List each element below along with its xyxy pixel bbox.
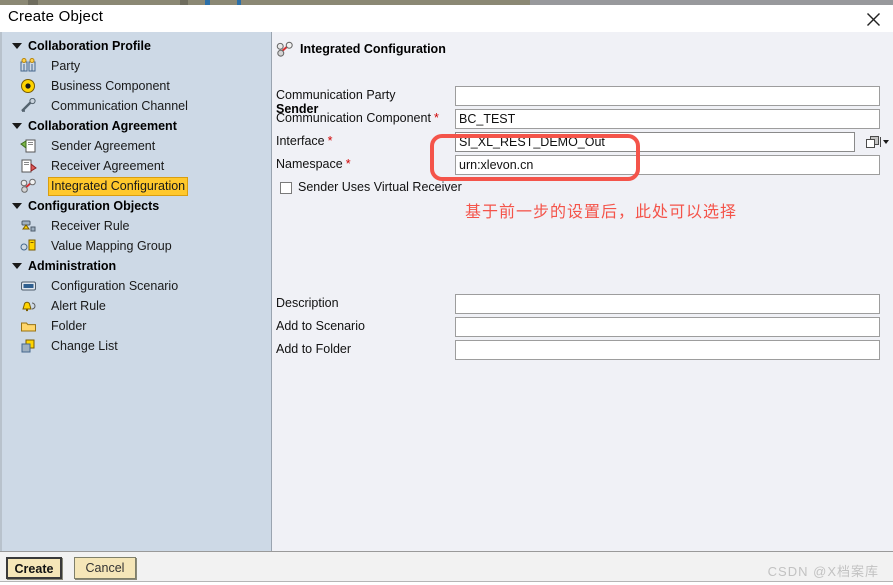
title-bar: Create Object xyxy=(0,5,893,32)
add-to-scenario-input[interactable] xyxy=(455,317,880,337)
sidebar-item-receiver-rule[interactable]: Receiver Rule xyxy=(0,216,271,236)
business-component-icon xyxy=(20,78,37,94)
receiver-rule-icon xyxy=(20,218,37,234)
sidebar-item-folder[interactable]: Folder xyxy=(0,316,271,336)
tree-group-configuration-objects[interactable]: Configuration Objects xyxy=(0,196,271,216)
sidebar-item-label: Value Mapping Group xyxy=(51,239,172,253)
label-add-to-scenario: Add to Scenario xyxy=(276,319,365,333)
sidebar-item-label: Folder xyxy=(51,319,87,333)
sidebar-item-sender-agreement[interactable]: Sender Agreement xyxy=(0,136,271,156)
add-to-folder-input[interactable] xyxy=(455,340,880,360)
required-marker: * xyxy=(433,111,439,125)
label-communication-component: Communication Component * xyxy=(276,111,439,125)
communication-party-input[interactable] xyxy=(455,86,880,106)
required-marker: * xyxy=(345,157,351,171)
chevron-down-icon xyxy=(12,43,22,49)
sidebar-item-label: Communication Channel xyxy=(51,99,188,113)
namespace-input[interactable] xyxy=(455,155,880,175)
sender-agreement-icon xyxy=(20,138,37,154)
label-namespace: Namespace * xyxy=(276,157,351,171)
sidebar-item-label: Sender Agreement xyxy=(51,139,156,153)
integrated-configuration-icon xyxy=(20,178,37,194)
tree-group-label: Collaboration Profile xyxy=(28,39,151,53)
create-object-dialog: Create Object Collaboration Profile Part… xyxy=(0,0,893,585)
integrated-configuration-form: Integrated Configuration Sender Communic… xyxy=(272,32,893,551)
label-description: Description xyxy=(276,296,339,310)
communication-channel-icon xyxy=(20,97,37,114)
dialog-body: Collaboration Profile Party Business Com… xyxy=(0,32,893,551)
tree-group-label: Configuration Objects xyxy=(28,199,160,213)
dialog-footer: Create Cancel CSDN @X档案库 xyxy=(0,551,893,585)
configuration-scenario-icon xyxy=(20,278,37,294)
row-communication-party: Communication Party xyxy=(272,86,893,108)
chevron-down-icon xyxy=(12,263,22,269)
cancel-button[interactable]: Cancel xyxy=(74,557,136,579)
row-description: Description xyxy=(272,294,893,316)
sidebar-item-alert-rule[interactable]: Alert Rule xyxy=(0,296,271,316)
tree-root: Collaboration Profile Party Business Com… xyxy=(0,36,271,356)
sidebar-item-label: Configuration Scenario xyxy=(51,279,179,293)
annotation-note-text: 基于前一步的设置后，此处可以选择 xyxy=(465,204,738,221)
sidebar-item-label: Integrated Configuration xyxy=(48,177,189,196)
sidebar-item-label: Business Component xyxy=(51,79,170,93)
sender-uses-virtual-receiver-label: Sender Uses Virtual Receiver xyxy=(298,180,462,194)
tree-group-collaboration-profile[interactable]: Collaboration Profile xyxy=(0,36,271,56)
sidebar-item-receiver-agreement[interactable]: Receiver Agreement xyxy=(0,156,271,176)
label-communication-party: Communication Party xyxy=(276,88,396,102)
tree-group-label: Collaboration Agreement xyxy=(28,119,177,133)
sidebar-item-value-mapping-group[interactable]: Value Mapping Group xyxy=(0,236,271,256)
sidebar-item-party[interactable]: Party xyxy=(0,56,271,76)
sidebar-item-configuration-scenario[interactable]: Configuration Scenario xyxy=(0,276,271,296)
description-input[interactable] xyxy=(455,294,880,314)
value-mapping-group-icon xyxy=(20,238,37,254)
tree-group-collaboration-agreement[interactable]: Collaboration Agreement xyxy=(0,116,271,136)
row-add-to-folder: Add to Folder xyxy=(272,340,893,362)
row-sender-uses-virtual-receiver[interactable]: Sender Uses Virtual Receiver xyxy=(272,179,672,199)
required-marker: * xyxy=(327,134,333,148)
change-list-icon xyxy=(20,338,37,354)
row-namespace: Namespace * xyxy=(272,155,893,177)
interface-input[interactable] xyxy=(455,132,855,152)
sidebar-item-label: Receiver Rule xyxy=(51,219,130,233)
close-icon[interactable] xyxy=(861,8,885,30)
sidebar-item-communication-channel[interactable]: Communication Channel xyxy=(0,96,271,116)
row-communication-component: Communication Component * xyxy=(272,109,893,131)
row-add-to-scenario: Add to Scenario xyxy=(272,317,893,339)
receiver-agreement-icon xyxy=(20,158,37,174)
panel-header: Integrated Configuration xyxy=(276,41,446,58)
watermark: CSDN @X档案库 xyxy=(767,564,879,579)
sidebar-item-integrated-configuration[interactable]: Integrated Configuration xyxy=(0,176,271,196)
folder-icon xyxy=(20,318,37,334)
chevron-down-icon xyxy=(12,123,22,129)
alert-rule-icon xyxy=(20,298,37,314)
label-add-to-folder: Add to Folder xyxy=(276,342,352,356)
object-type-tree: Collaboration Profile Party Business Com… xyxy=(0,32,272,551)
row-interface: Interface * xyxy=(272,132,893,154)
chevron-down-icon xyxy=(12,203,22,209)
sidebar-item-label: Alert Rule xyxy=(51,299,106,313)
integrated-configuration-icon xyxy=(276,41,294,58)
sender-uses-virtual-receiver-checkbox[interactable] xyxy=(280,182,292,194)
sidebar-item-label: Change List xyxy=(51,339,118,353)
value-help-icon[interactable] xyxy=(860,132,893,152)
sidebar-item-label: Party xyxy=(51,59,81,73)
party-icon xyxy=(20,58,37,74)
tree-group-label: Administration xyxy=(28,259,117,273)
sidebar-item-label: Receiver Agreement xyxy=(51,159,165,173)
create-button[interactable]: Create xyxy=(6,557,62,579)
sidebar-item-business-component[interactable]: Business Component xyxy=(0,76,271,96)
panel-title-text: Integrated Configuration xyxy=(300,42,446,56)
page-title: Create Object xyxy=(8,8,104,25)
sidebar-item-change-list[interactable]: Change List xyxy=(0,336,271,356)
label-interface: Interface * xyxy=(276,134,333,148)
communication-component-input[interactable] xyxy=(455,109,880,129)
tree-group-administration[interactable]: Administration xyxy=(0,256,271,276)
